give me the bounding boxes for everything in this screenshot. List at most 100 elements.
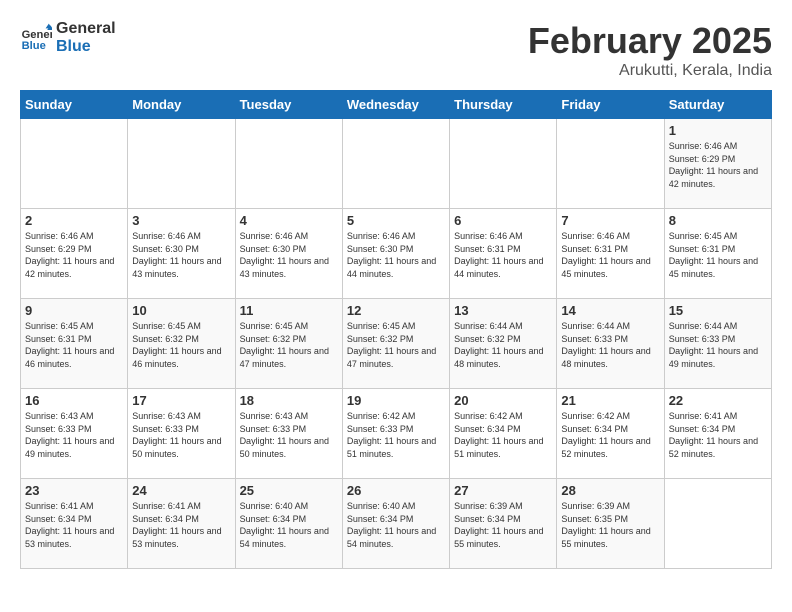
calendar-cell: 24 Sunrise: 6:41 AM Sunset: 6:34 PM Dayli… xyxy=(128,479,235,569)
calendar-cell: 19 Sunrise: 6:42 AM Sunset: 6:33 PM Dayli… xyxy=(342,389,449,479)
day-info: Sunrise: 6:44 AM Sunset: 6:32 PM Dayligh… xyxy=(454,320,552,370)
day-info: Sunrise: 6:46 AM Sunset: 6:31 PM Dayligh… xyxy=(561,230,659,280)
calendar-cell: 5Sunrise: 6:46 AM Sunset: 6:30 PM Daylig… xyxy=(342,209,449,299)
header-tuesday: Tuesday xyxy=(235,91,342,119)
week-row-4: 16 Sunrise: 6:43 AM Sunset: 6:33 PM Dayli… xyxy=(21,389,772,479)
day-info: Sunrise: 6:41 AM Sunset: 6:34 PM Dayligh… xyxy=(25,500,123,550)
day-number: 7 xyxy=(561,213,659,228)
calendar-cell: 13 Sunrise: 6:44 AM Sunset: 6:32 PM Dayli… xyxy=(450,299,557,389)
day-info: Sunrise: 6:46 AM Sunset: 6:29 PM Dayligh… xyxy=(25,230,123,280)
day-info: Sunrise: 6:44 AM Sunset: 6:33 PM Dayligh… xyxy=(561,320,659,370)
day-number: 23 xyxy=(25,483,123,498)
calendar-cell xyxy=(342,119,449,209)
day-number: 22 xyxy=(669,393,767,408)
day-number: 25 xyxy=(240,483,338,498)
day-number: 3 xyxy=(132,213,230,228)
day-number: 27 xyxy=(454,483,552,498)
calendar-cell xyxy=(450,119,557,209)
weekday-header-row: Sunday Monday Tuesday Wednesday Thursday… xyxy=(21,91,772,119)
day-number: 26 xyxy=(347,483,445,498)
day-info: Sunrise: 6:45 AM Sunset: 6:32 PM Dayligh… xyxy=(240,320,338,370)
calendar-cell: 14 Sunrise: 6:44 AM Sunset: 6:33 PM Dayli… xyxy=(557,299,664,389)
day-number: 6 xyxy=(454,213,552,228)
day-info: Sunrise: 6:42 AM Sunset: 6:34 PM Dayligh… xyxy=(561,410,659,460)
page-header: General Blue GeneralBlue February 2025 A… xyxy=(20,20,772,80)
day-info: Sunrise: 6:40 AM Sunset: 6:34 PM Dayligh… xyxy=(240,500,338,550)
day-number: 13 xyxy=(454,303,552,318)
calendar-title: February 2025 xyxy=(528,20,772,62)
calendar-cell: 3Sunrise: 6:46 AM Sunset: 6:30 PM Daylig… xyxy=(128,209,235,299)
calendar-table: Sunday Monday Tuesday Wednesday Thursday… xyxy=(20,90,772,569)
day-info: Sunrise: 6:39 AM Sunset: 6:34 PM Dayligh… xyxy=(454,500,552,550)
day-number: 18 xyxy=(240,393,338,408)
day-info: Sunrise: 6:44 AM Sunset: 6:33 PM Dayligh… xyxy=(669,320,767,370)
calendar-cell: 17Sunrise: 6:43 AM Sunset: 6:33 PM Dayli… xyxy=(128,389,235,479)
week-row-2: 2 Sunrise: 6:46 AM Sunset: 6:29 PM Daylig… xyxy=(21,209,772,299)
logo-icon: General Blue xyxy=(20,22,52,54)
header-thursday: Thursday xyxy=(450,91,557,119)
svg-text:General: General xyxy=(22,29,52,41)
calendar-cell xyxy=(664,479,771,569)
day-number: 1 xyxy=(669,123,767,138)
calendar-cell: 2 Sunrise: 6:46 AM Sunset: 6:29 PM Daylig… xyxy=(21,209,128,299)
calendar-cell: 22 Sunrise: 6:41 AM Sunset: 6:34 PM Dayli… xyxy=(664,389,771,479)
calendar-cell: 1 Sunrise: 6:46 AM Sunset: 6:29 PM Daylig… xyxy=(664,119,771,209)
calendar-cell: 12Sunrise: 6:45 AM Sunset: 6:32 PM Dayli… xyxy=(342,299,449,389)
header-saturday: Saturday xyxy=(664,91,771,119)
calendar-cell xyxy=(128,119,235,209)
calendar-cell: 15 Sunrise: 6:44 AM Sunset: 6:33 PM Dayli… xyxy=(664,299,771,389)
header-friday: Friday xyxy=(557,91,664,119)
calendar-cell: 6Sunrise: 6:46 AM Sunset: 6:31 PM Daylig… xyxy=(450,209,557,299)
day-number: 21 xyxy=(561,393,659,408)
day-number: 9 xyxy=(25,303,123,318)
day-info: Sunrise: 6:43 AM Sunset: 6:33 PM Dayligh… xyxy=(132,410,230,460)
logo-text: GeneralBlue xyxy=(56,20,116,56)
day-info: Sunrise: 6:45 AM Sunset: 6:31 PM Dayligh… xyxy=(669,230,767,280)
day-number: 20 xyxy=(454,393,552,408)
day-info: Sunrise: 6:40 AM Sunset: 6:34 PM Dayligh… xyxy=(347,500,445,550)
day-info: Sunrise: 6:43 AM Sunset: 6:33 PM Dayligh… xyxy=(240,410,338,460)
calendar-cell: 8 Sunrise: 6:45 AM Sunset: 6:31 PM Daylig… xyxy=(664,209,771,299)
day-info: Sunrise: 6:43 AM Sunset: 6:33 PM Dayligh… xyxy=(25,410,123,460)
calendar-cell: 23 Sunrise: 6:41 AM Sunset: 6:34 PM Dayli… xyxy=(21,479,128,569)
day-number: 24 xyxy=(132,483,230,498)
logo: General Blue GeneralBlue xyxy=(20,20,116,56)
calendar-cell: 26 Sunrise: 6:40 AM Sunset: 6:34 PM Dayli… xyxy=(342,479,449,569)
day-number: 15 xyxy=(669,303,767,318)
calendar-cell: 10Sunrise: 6:45 AM Sunset: 6:32 PM Dayli… xyxy=(128,299,235,389)
title-block: February 2025 Arukutti, Kerala, India xyxy=(528,20,772,80)
day-number: 8 xyxy=(669,213,767,228)
calendar-cell: 25 Sunrise: 6:40 AM Sunset: 6:34 PM Dayli… xyxy=(235,479,342,569)
day-info: Sunrise: 6:45 AM Sunset: 6:31 PM Dayligh… xyxy=(25,320,123,370)
week-row-5: 23 Sunrise: 6:41 AM Sunset: 6:34 PM Dayli… xyxy=(21,479,772,569)
week-row-1: 1 Sunrise: 6:46 AM Sunset: 6:29 PM Daylig… xyxy=(21,119,772,209)
day-number: 2 xyxy=(25,213,123,228)
day-number: 4 xyxy=(240,213,338,228)
day-info: Sunrise: 6:42 AM Sunset: 6:34 PM Dayligh… xyxy=(454,410,552,460)
calendar-cell: 20 Sunrise: 6:42 AM Sunset: 6:34 PM Dayli… xyxy=(450,389,557,479)
week-row-3: 9 Sunrise: 6:45 AM Sunset: 6:31 PM Daylig… xyxy=(21,299,772,389)
day-number: 14 xyxy=(561,303,659,318)
header-sunday: Sunday xyxy=(21,91,128,119)
day-info: Sunrise: 6:39 AM Sunset: 6:35 PM Dayligh… xyxy=(561,500,659,550)
calendar-cell xyxy=(235,119,342,209)
day-info: Sunrise: 6:45 AM Sunset: 6:32 PM Dayligh… xyxy=(347,320,445,370)
day-info: Sunrise: 6:45 AM Sunset: 6:32 PM Dayligh… xyxy=(132,320,230,370)
calendar-subtitle: Arukutti, Kerala, India xyxy=(528,62,772,80)
day-number: 16 xyxy=(25,393,123,408)
svg-text:Blue: Blue xyxy=(22,40,46,52)
calendar-cell: 16 Sunrise: 6:43 AM Sunset: 6:33 PM Dayli… xyxy=(21,389,128,479)
header-monday: Monday xyxy=(128,91,235,119)
day-number: 19 xyxy=(347,393,445,408)
calendar-cell: 21 Sunrise: 6:42 AM Sunset: 6:34 PM Dayli… xyxy=(557,389,664,479)
day-info: Sunrise: 6:46 AM Sunset: 6:29 PM Dayligh… xyxy=(669,140,767,190)
day-info: Sunrise: 6:41 AM Sunset: 6:34 PM Dayligh… xyxy=(132,500,230,550)
day-number: 5 xyxy=(347,213,445,228)
calendar-cell: 27 Sunrise: 6:39 AM Sunset: 6:34 PM Dayli… xyxy=(450,479,557,569)
day-number: 11 xyxy=(240,303,338,318)
day-info: Sunrise: 6:42 AM Sunset: 6:33 PM Dayligh… xyxy=(347,410,445,460)
day-info: Sunrise: 6:41 AM Sunset: 6:34 PM Dayligh… xyxy=(669,410,767,460)
calendar-cell: 9 Sunrise: 6:45 AM Sunset: 6:31 PM Daylig… xyxy=(21,299,128,389)
calendar-cell xyxy=(557,119,664,209)
day-info: Sunrise: 6:46 AM Sunset: 6:30 PM Dayligh… xyxy=(240,230,338,280)
